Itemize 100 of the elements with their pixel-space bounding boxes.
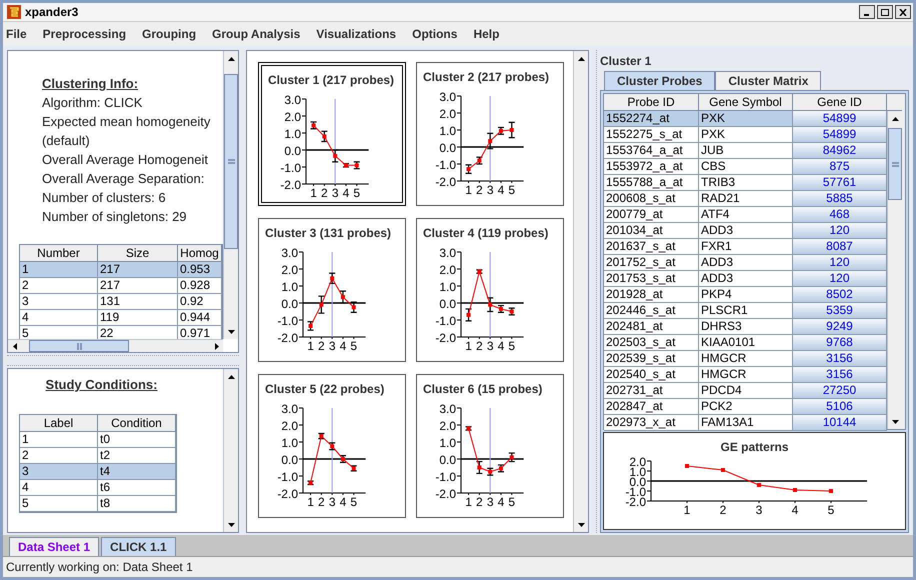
table-row[interactable]: 3 131 0.92 <box>20 294 222 310</box>
scroll-down-arrow-icon[interactable] <box>892 420 898 424</box>
table-cell: 202446_s_at <box>606 303 676 317</box>
column-header[interactable]: Homog <box>178 245 222 262</box>
minimize-button[interactable] <box>859 5 875 19</box>
scroll-down-arrow-icon[interactable] <box>578 522 584 526</box>
gene-id-link[interactable]: 120 <box>829 255 850 269</box>
table-row[interactable]: 202847_at PCK2 5106 <box>604 399 887 415</box>
table-row[interactable]: 200779_at ATF4 468 <box>604 207 887 223</box>
menu-item[interactable]: Help <box>473 24 500 42</box>
axis-label: 3 <box>486 183 494 196</box>
scroll-up-arrow-icon[interactable] <box>892 116 898 120</box>
table-row[interactable]: 202973_x_at FAM13A1 10144 <box>604 415 887 431</box>
sheet-tab[interactable]: CLICK 1.1 <box>101 537 176 556</box>
table-row[interactable]: 1552274_at PXK 54899 <box>604 111 887 127</box>
menu-item[interactable]: Options <box>412 24 458 42</box>
gene-id-link[interactable]: 120 <box>829 223 850 237</box>
table-row[interactable]: 2 t2 <box>20 448 176 464</box>
menu-item[interactable]: Visualizations <box>316 24 396 42</box>
column-header[interactable]: Condition <box>98 414 176 432</box>
column-header[interactable]: Number <box>20 245 98 262</box>
table-cell: 202847_at <box>606 399 663 413</box>
cluster-chart-card[interactable]: Cluster 6 (15 probes) 3.0 2.0 1.0 0.0 -1.0 -2.0 1 2 3 4 5 <box>416 374 564 518</box>
table-row[interactable]: 5 t8 <box>20 496 176 512</box>
table-row[interactable]: 202540_s_at HMGCR 3156 <box>604 367 887 383</box>
axis-label: 0.0 <box>439 297 456 311</box>
scroll-up-arrow-icon[interactable] <box>578 56 584 60</box>
column-header[interactable]: Label <box>20 414 98 432</box>
table-cell: 1552275_s_at <box>606 127 682 141</box>
table-row[interactable]: 4 119 0.944 <box>20 310 222 326</box>
cluster-chart-card[interactable]: Cluster 5 (22 probes) 3.0 2.0 1.0 0.0 -1.0 -2.0 1 2 3 4 5 <box>258 374 406 518</box>
table-row[interactable]: 1553764_a_at JUB 84962 <box>604 143 887 159</box>
table-cell: 22 <box>100 326 114 339</box>
tab[interactable]: Cluster Matrix <box>715 71 822 90</box>
gene-id-link[interactable]: 120 <box>829 271 850 285</box>
error-bar <box>332 149 339 162</box>
table-row[interactable]: 202446_s_at PLSCR1 5359 <box>604 303 887 319</box>
scrollbar-thumb[interactable] <box>224 74 238 250</box>
maximize-button[interactable] <box>877 5 893 19</box>
scroll-down-arrow-icon[interactable] <box>228 330 234 334</box>
table-row[interactable]: 201637_s_at FXR1 8087 <box>604 239 887 255</box>
column-header[interactable]: Gene ID <box>793 94 887 111</box>
table-row[interactable]: 1552275_s_at PXK 54899 <box>604 127 887 143</box>
scroll-up-arrow-icon[interactable] <box>228 374 234 378</box>
table-cell: 201752_s_at <box>606 255 676 269</box>
data-point <box>488 302 492 307</box>
table-row[interactable]: 202481_at DHRS3 9249 <box>604 319 887 335</box>
menu-item[interactable]: File <box>6 24 27 42</box>
axis-label: 0.0 <box>439 453 456 467</box>
table-row[interactable]: 3 t4 <box>20 464 176 480</box>
menu-item[interactable]: Preprocessing <box>42 24 126 42</box>
table-row[interactable]: 201928_at PKP4 8502 <box>604 287 887 303</box>
table-row[interactable]: 201034_at ADD3 120 <box>604 223 887 239</box>
info-line: Number of clusters: 6 <box>42 189 166 207</box>
table-row[interactable]: 201752_s_at ADD3 120 <box>604 255 887 271</box>
scroll-right-arrow-icon[interactable] <box>214 342 218 350</box>
scroll-down-arrow-icon[interactable] <box>228 522 234 526</box>
table-row[interactable]: 202503_s_at KIAA0101 9768 <box>604 335 887 351</box>
column-header[interactable]: Probe ID <box>604 94 699 111</box>
gene-id-link[interactable]: 875 <box>829 159 850 173</box>
column-header[interactable]: Size <box>98 245 178 262</box>
cluster-chart-card[interactable]: Cluster 2 (217 probes) 3.0 2.0 1.0 0.0 -1.0 -2.0 1 2 3 4 5 <box>416 62 564 206</box>
tab[interactable]: Cluster Probes <box>604 71 716 90</box>
vertical-scrollbar[interactable] <box>223 369 238 532</box>
vertical-scrollbar[interactable] <box>223 51 238 339</box>
table-row[interactable]: 2 217 0.928 <box>20 278 222 294</box>
table-row[interactable]: 200608_s_at RAD21 5885 <box>604 191 887 207</box>
table-row[interactable]: 202731_at PDCD4 27250 <box>604 383 887 399</box>
gene-id-link[interactable]: 468 <box>829 207 850 221</box>
menu-item[interactable]: Group Analysis <box>212 24 300 42</box>
splitter-handle[interactable] <box>7 355 239 366</box>
cluster-chart-card[interactable]: Cluster 3 (131 probes) 3.0 2.0 1.0 0.0 -1.0 -2.0 1 2 3 4 5 <box>258 218 406 362</box>
close-button[interactable] <box>895 5 911 19</box>
table-cell: ADD3 <box>701 271 734 285</box>
data-point <box>340 457 345 461</box>
table-row[interactable]: 201753_s_at ADD3 120 <box>604 271 887 287</box>
menu-item[interactable]: Grouping <box>142 24 196 42</box>
scrollbar-thumb[interactable] <box>888 128 902 200</box>
cluster-chart-card[interactable]: Cluster 1 (217 probes) 3.0 2.0 1.0 0.0 -1.0 -2.0 1 2 3 4 5 <box>258 62 406 206</box>
column-header[interactable]: Gene Symbol <box>699 94 793 111</box>
vertical-scrollbar[interactable] <box>573 51 588 532</box>
table-row[interactable]: 1553972_a_at CBS 875 <box>604 159 887 175</box>
table-row[interactable]: 1 t0 <box>20 432 176 448</box>
table-row[interactable]: 5 22 0.971 <box>20 326 222 339</box>
sheet-tab[interactable]: Data Sheet 1 <box>9 537 100 556</box>
axis-label: 3.0 <box>439 90 456 104</box>
scrollbar-thumb[interactable] <box>29 340 129 352</box>
table-row[interactable]: 202539_s_at HMGCR 3156 <box>604 351 887 367</box>
data-point <box>756 483 760 487</box>
cluster-chart-card[interactable]: Cluster 4 (119 probes) 3.0 2.0 1.0 0.0 -1.0 -2.0 1 2 3 4 5 <box>416 218 564 362</box>
scroll-left-arrow-icon[interactable] <box>12 342 16 350</box>
scroll-up-arrow-icon[interactable] <box>228 56 234 60</box>
x-axis <box>460 146 524 184</box>
table-row[interactable]: 1555788_a_at TRIB3 57761 <box>604 175 887 191</box>
table-cell: t0 <box>100 432 110 446</box>
horizontal-scrollbar[interactable] <box>8 339 223 352</box>
error-bar <box>310 121 318 130</box>
table-row[interactable]: 1 217 0.953 <box>20 262 222 278</box>
vertical-scrollbar[interactable] <box>887 111 902 429</box>
table-row[interactable]: 4 t6 <box>20 480 176 496</box>
